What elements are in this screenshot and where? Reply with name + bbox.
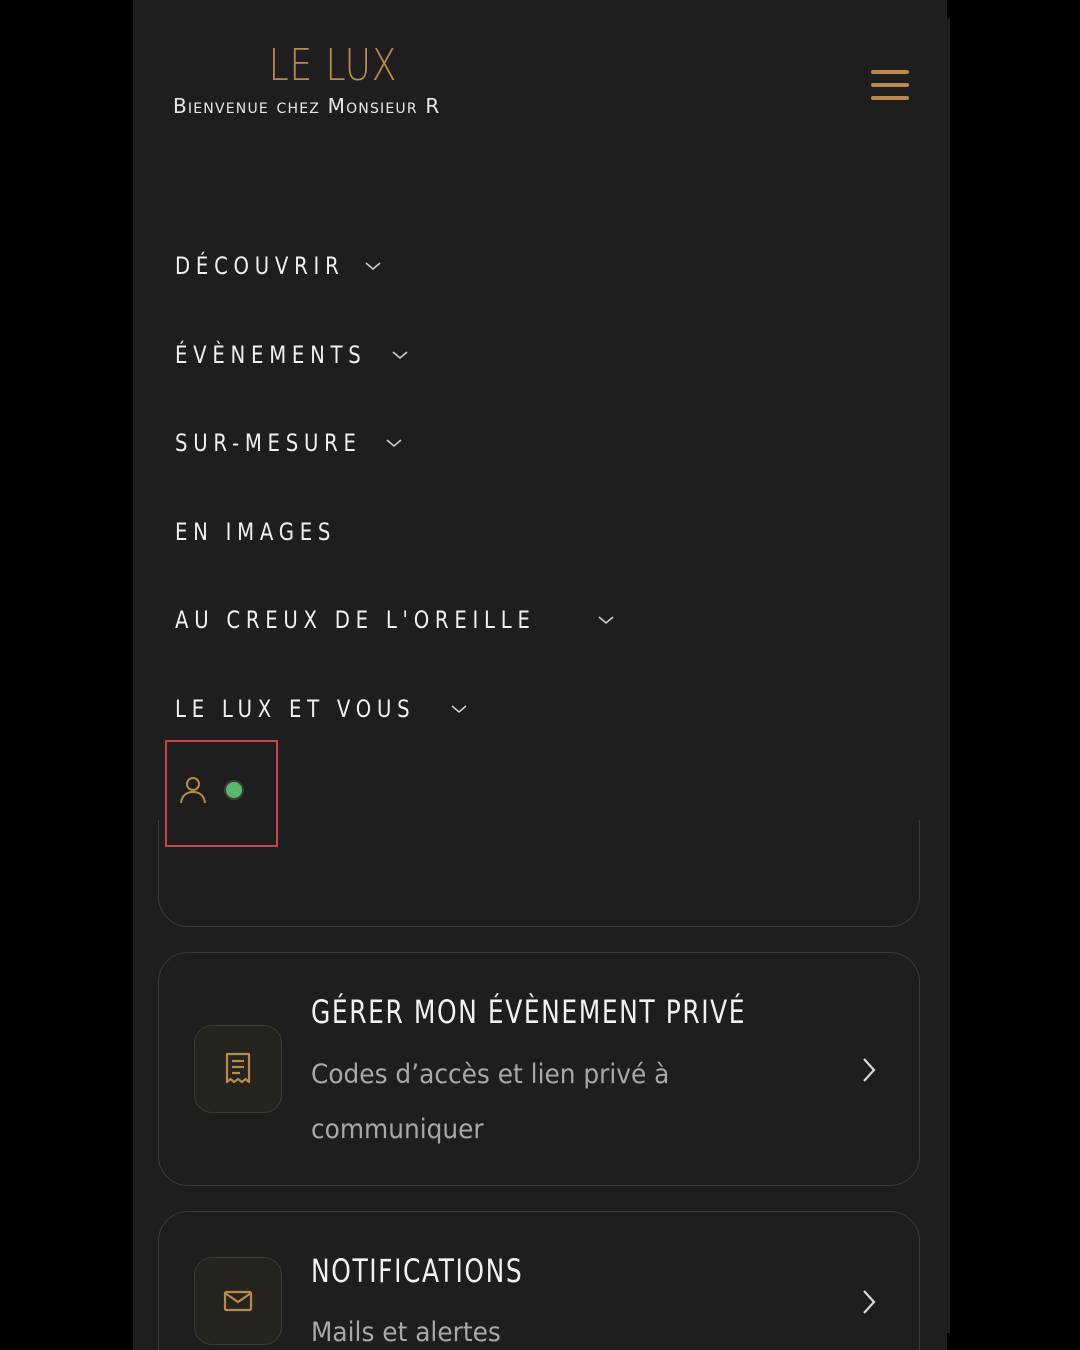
chevron-down-icon [392,350,408,359]
chevron-right-icon [863,1290,876,1314]
chevron-down-icon [386,439,402,448]
hamburger-line [871,83,909,87]
mail-icon [223,1290,253,1312]
online-status-indicator [224,780,244,800]
chevron-down-icon [365,262,381,271]
card-description: Mails et alertes [311,1317,501,1348]
nav-item-label: EN IMAGES [175,517,337,546]
chevron-down-icon [598,616,614,625]
card-title: GÉRER MON ÉVÈNEMENT PRIVÉ [311,993,747,1031]
card-title: NOTIFICATIONS [311,1252,524,1290]
hamburger-line [871,96,909,100]
hamburger-line [871,70,909,74]
nav-item-en-images[interactable]: EN IMAGES [175,506,615,558]
chevron-down-icon [451,704,467,713]
nav-item-evenements[interactable]: ÉVÈNEMENTS [175,329,615,381]
main-nav: DÉCOUVRIR ÉVÈNEMENTS SUR-MESURE EN IMAGE… [175,240,615,771]
nav-item-label: DÉCOUVRIR [175,252,345,280]
nav-item-label: ÉVÈNEMENTS [175,340,367,369]
chevron-right-icon [863,1058,876,1082]
nav-item-label: LE LUX ET VOUS [175,694,416,723]
nav-item-le-lux-et-vous[interactable]: LE LUX ET VOUS [175,683,615,735]
app-screen: LE LUX Bienvenue chez Monsieur R DÉCOUVR… [133,0,947,1350]
nav-item-label: AU CREUX DE L'OREILLE [175,606,536,634]
user-icon[interactable] [177,774,209,806]
brand-subtitle: Bienvenue chez Monsieur R [173,94,441,118]
card-icon-box [194,1025,282,1113]
nav-item-au-creux-de-l-oreille[interactable]: AU CREUX DE L'OREILLE [175,594,615,646]
brand-logo[interactable]: LE LUX Bienvenue chez Monsieur R [173,38,493,118]
device-edge [947,18,950,1333]
notifications-card[interactable]: NOTIFICATIONS Mails et alertes [158,1211,920,1350]
nav-item-sur-mesure[interactable]: SUR-MESURE [175,417,615,469]
hamburger-icon[interactable] [871,70,909,102]
receipt-icon [225,1052,251,1084]
brand-title: LE LUX [268,40,398,91]
nav-item-decouvrir[interactable]: DÉCOUVRIR [175,240,615,292]
manage-private-event-card[interactable]: GÉRER MON ÉVÈNEMENT PRIVÉ Codes d’accès … [158,952,920,1186]
card-description: Codes d’accès et lien privé à communique… [311,1059,670,1145]
card-icon-box [194,1257,282,1345]
nav-item-label: SUR-MESURE [175,429,362,457]
